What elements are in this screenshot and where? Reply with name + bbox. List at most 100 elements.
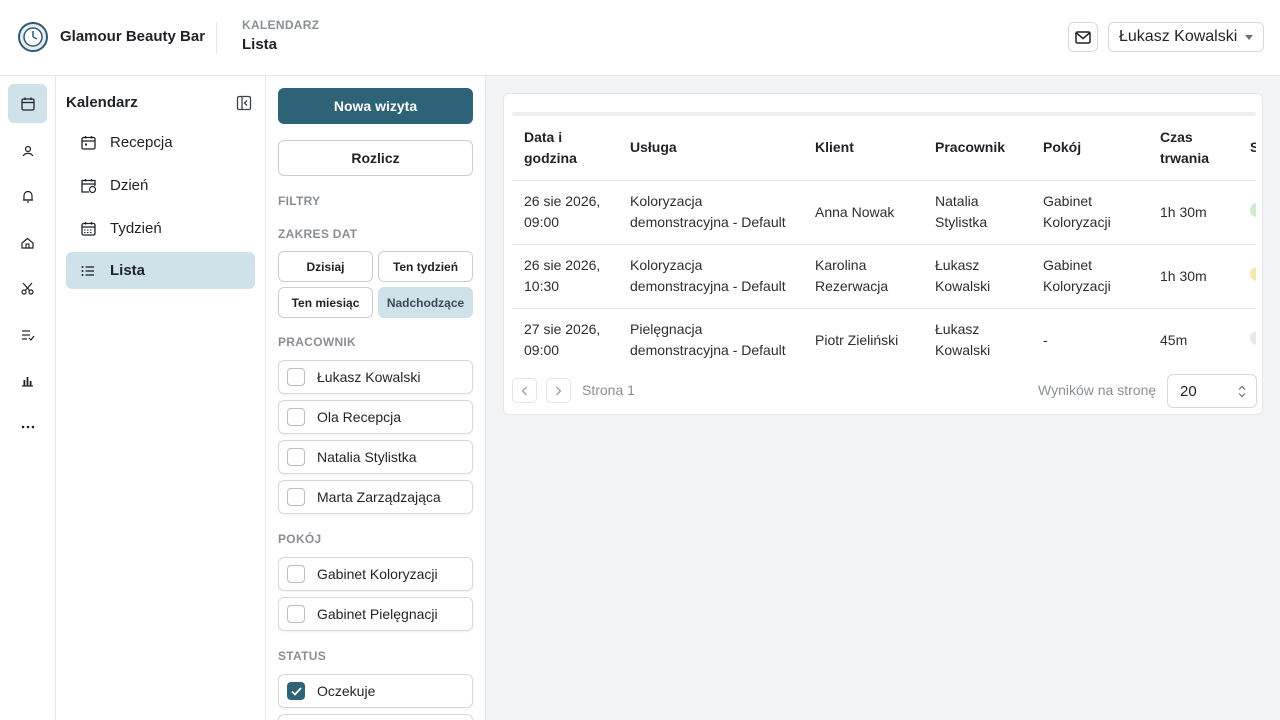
column-header-client[interactable]: Klient — [803, 116, 923, 180]
employee-filter-label: Ola Recepcja — [317, 409, 402, 425]
more-icon — [21, 425, 34, 428]
nav-item-label: Recepcja — [110, 134, 173, 151]
nav-item-label: Dzień — [110, 177, 149, 194]
user-menu-select[interactable]: Łukasz Kowalski — [1108, 22, 1264, 52]
rail-home-button[interactable] — [8, 223, 47, 262]
rail-tasks-button[interactable] — [8, 315, 47, 354]
bell-icon — [22, 190, 33, 203]
clients-icon — [22, 145, 33, 156]
checkbox[interactable] — [287, 605, 305, 623]
status-badge — [1250, 266, 1256, 281]
rail-calendar-button[interactable] — [8, 84, 47, 123]
main-content: Data i godzina Usługa Klient Pracownik P… — [486, 76, 1280, 720]
cell-room: Gabinet Koloryzacji — [1031, 243, 1148, 308]
employee-filter-marta[interactable]: Marta Zarządzająca — [278, 480, 473, 514]
cell-employee: Łukasz Kowalski — [923, 243, 1031, 308]
cell-status — [1238, 179, 1256, 244]
per-page-value: 20 — [1180, 382, 1197, 400]
table-row[interactable]: 26 sie 2026, 09:00 Koloryzacja demonstra… — [512, 179, 1256, 244]
column-header-employee[interactable]: Pracownik — [923, 116, 1031, 180]
rail-more-button[interactable] — [8, 407, 47, 446]
checkbox[interactable] — [287, 368, 305, 386]
new-visit-button[interactable]: Nowa wizyta — [278, 88, 473, 124]
chevron-right-icon — [556, 386, 562, 395]
prev-page-button[interactable] — [512, 378, 537, 403]
date-chip-this-month[interactable]: Ten miesiąc — [278, 287, 373, 318]
cell-datetime: 26 sie 2026, 10:30 — [512, 243, 618, 308]
nav-item-lista[interactable]: Lista — [66, 252, 255, 289]
home-icon — [21, 237, 34, 249]
column-header-room[interactable]: Pokój — [1031, 116, 1148, 180]
cell-employee: Natalia Stylistka — [923, 179, 1031, 244]
nav-item-dzien[interactable]: Dzień — [66, 167, 255, 204]
filters-heading: FILTRY — [278, 194, 321, 208]
icon-rail — [0, 76, 56, 720]
status-badge — [1250, 330, 1256, 345]
clock-logo-icon — [18, 22, 48, 52]
per-page-select[interactable]: 20 — [1167, 374, 1257, 408]
status-badge — [1250, 202, 1256, 217]
cell-duration: 1h 30m — [1148, 243, 1238, 308]
rail-notifications-button[interactable] — [8, 177, 47, 216]
column-header-status[interactable]: Status — [1238, 116, 1256, 180]
nav-item-recepcja[interactable]: Recepcja — [66, 124, 255, 161]
table-header-row: Data i godzina Usługa Klient Pracownik P… — [512, 116, 1256, 180]
checkbox[interactable] — [287, 565, 305, 583]
employee-filter-ola[interactable]: Ola Recepcja — [278, 400, 473, 434]
user-name: Łukasz Kowalski — [1119, 28, 1238, 45]
employee-filter-natalia[interactable]: Natalia Stylistka — [278, 440, 473, 474]
table-row[interactable]: 26 sie 2026, 10:30 Koloryzacja demonstra… — [512, 243, 1256, 308]
settle-button[interactable]: Rozlicz — [278, 140, 473, 176]
calendar-week-icon — [80, 221, 96, 237]
employee-heading: PRACOWNIK — [278, 335, 357, 349]
room-heading: POKÓJ — [278, 532, 322, 546]
employee-filter-label: Marta Zarządzająca — [317, 489, 441, 505]
cell-client: Piotr Zieliński — [803, 307, 923, 358]
collapse-sidebar-icon[interactable] — [236, 95, 252, 111]
chevron-down-icon — [1245, 35, 1253, 40]
nav-item-label: Tydzień — [110, 220, 162, 237]
page-indicator: Strona 1 — [582, 382, 635, 398]
calendar-nav-panel: Kalendarz Recepcja Dzień Tydzień Lista — [56, 76, 266, 720]
list-icon — [80, 263, 96, 279]
rail-clients-button[interactable] — [8, 131, 47, 170]
column-header-service[interactable]: Usługa — [618, 116, 803, 180]
employee-filter-lukasz[interactable]: Łukasz Kowalski — [278, 360, 473, 394]
rail-services-button[interactable] — [8, 269, 47, 308]
status-heading: STATUS — [278, 649, 327, 663]
cell-client: Karolina Rezerwacja — [803, 243, 923, 308]
messages-button[interactable] — [1068, 22, 1098, 52]
nav-item-tydzien[interactable]: Tydzień — [66, 210, 255, 247]
cell-client: Anna Nowak — [803, 179, 923, 244]
header-divider — [216, 22, 217, 54]
rail-reports-button[interactable] — [8, 361, 47, 400]
cell-datetime: 26 sie 2026, 09:00 — [512, 179, 618, 244]
checkbox[interactable] — [287, 448, 305, 466]
employee-filter-label: Łukasz Kowalski — [317, 369, 421, 385]
cell-service: Koloryzacja demonstracyjna - Default — [618, 243, 803, 308]
room-filter-label: Gabinet Pielęgnacji — [317, 606, 438, 622]
checkbox-checked[interactable] — [287, 682, 305, 700]
checkbox[interactable] — [287, 408, 305, 426]
checklist-icon — [21, 329, 34, 341]
appointments-table-wrap[interactable]: Data i godzina Usługa Klient Pracownik P… — [512, 116, 1256, 358]
column-header-datetime[interactable]: Data i godzina — [512, 116, 618, 180]
room-filter-coloring[interactable]: Gabinet Koloryzacji — [278, 557, 473, 591]
cell-duration: 45m — [1148, 307, 1238, 358]
status-filter-label: Oczekuje — [317, 683, 376, 699]
date-chip-upcoming[interactable]: Nadchodzące — [378, 287, 473, 318]
room-filter-care[interactable]: Gabinet Pielęgnacji — [278, 597, 473, 631]
date-chip-this-week[interactable]: Ten tydzień — [378, 251, 473, 282]
checkbox[interactable] — [287, 488, 305, 506]
room-filter-label: Gabinet Koloryzacji — [317, 566, 438, 582]
next-page-button[interactable] — [546, 378, 571, 403]
table-row[interactable]: 27 sie 2026, 09:00 Pielęgnacja demonstra… — [512, 307, 1256, 358]
column-header-duration[interactable]: Czas trwania — [1148, 116, 1238, 180]
status-filter-next[interactable] — [278, 714, 473, 720]
date-chip-today[interactable]: Dzisiaj — [278, 251, 373, 282]
mail-icon — [1075, 30, 1091, 44]
check-icon — [290, 686, 302, 696]
nav-item-label: Lista — [110, 262, 146, 279]
status-filter-pending[interactable]: Oczekuje — [278, 674, 473, 708]
date-range-heading: ZAKRES DAT — [278, 227, 358, 241]
